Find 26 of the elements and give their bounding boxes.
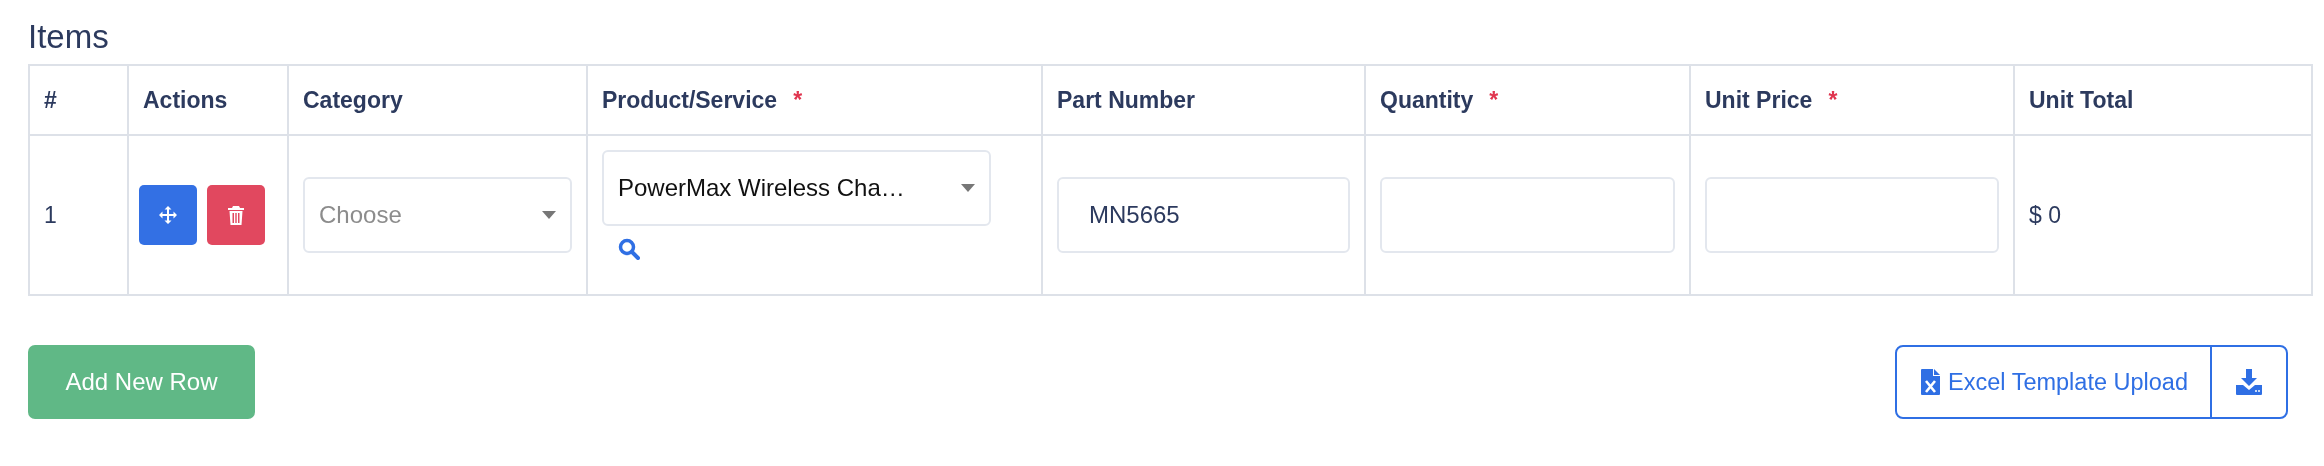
spreadsheet-file-icon — [1921, 369, 1941, 395]
add-row-button[interactable]: Add New Row — [28, 345, 255, 419]
column-header: Unit Price * — [1691, 66, 2015, 136]
trash-icon — [228, 205, 244, 225]
column-header: # — [30, 66, 129, 136]
caret-icon — [961, 184, 975, 192]
column-header: Unit Total — [2015, 66, 2313, 136]
unit-price-field[interactable] — [1705, 177, 1999, 253]
product-select[interactable]: PowerMax Wireless Cha… — [602, 150, 991, 226]
column-header: Actions — [129, 66, 289, 136]
move-button[interactable] — [139, 185, 197, 245]
caret-icon — [542, 211, 556, 219]
search-icon[interactable] — [618, 238, 640, 260]
column-header: Category — [289, 66, 588, 136]
part-number-field[interactable]: MN5665 — [1057, 177, 1350, 253]
row-number: 1 — [30, 136, 129, 296]
quantity-field[interactable] — [1380, 177, 1675, 253]
column-header: Part Number — [1043, 66, 1366, 136]
column-header: Quantity * — [1366, 66, 1691, 136]
category-select[interactable]: Choose — [303, 177, 572, 253]
column-header: Product/Service * — [588, 66, 1043, 136]
unit-total: $ 0 — [2015, 136, 2313, 296]
move-icon — [159, 206, 177, 224]
section-title: Items — [28, 17, 110, 57]
delete-button[interactable] — [207, 185, 265, 245]
download-icon — [2236, 369, 2262, 395]
